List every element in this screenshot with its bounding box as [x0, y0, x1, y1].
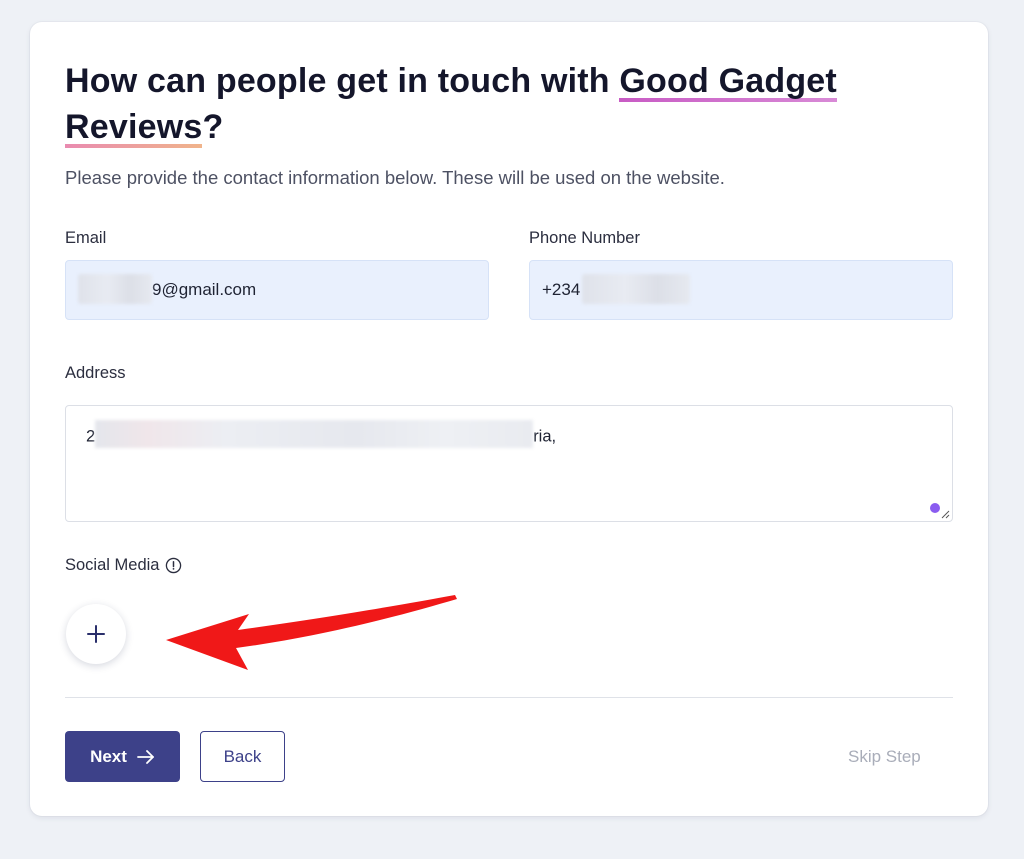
- phone-field[interactable]: +234: [529, 260, 953, 320]
- arrow-right-icon: [137, 749, 154, 764]
- grammar-dot-icon: [930, 503, 940, 513]
- address-label: Address: [65, 364, 126, 382]
- back-button-label: Back: [223, 746, 262, 766]
- phone-label: Phone Number: [529, 229, 640, 247]
- next-button[interactable]: Next: [65, 731, 180, 782]
- annotation-arrow: [166, 595, 457, 670]
- redacted-blur: [78, 273, 152, 304]
- page-subtitle: Please provide the contact information b…: [65, 167, 725, 188]
- info-circle-icon[interactable]: [165, 557, 182, 574]
- onboarding-card: How can people get in touch with Good Ga…: [30, 22, 988, 816]
- plus-icon: [87, 625, 105, 643]
- title-suffix: ?: [202, 108, 224, 146]
- skip-step-link[interactable]: Skip Step: [848, 747, 921, 767]
- redacted-blur: [582, 273, 691, 304]
- next-button-label: Next: [90, 746, 127, 766]
- email-label: Email: [65, 229, 107, 247]
- divider: [65, 697, 953, 698]
- add-social-button[interactable]: [66, 604, 126, 664]
- redacted-blur: [95, 420, 534, 448]
- phone-value: +234: [542, 280, 581, 299]
- address-textarea[interactable]: 2 ria,: [65, 405, 953, 522]
- social-media-section: Social Media: [65, 556, 182, 575]
- email-field[interactable]: 9@gmail.com: [65, 260, 489, 320]
- title-brand-part2: Reviews: [65, 108, 203, 148]
- address-value-start: 2: [86, 427, 96, 446]
- title-brand-part1: Good Gadget: [619, 62, 837, 102]
- title-prefix: How can people get in touch with: [65, 62, 620, 100]
- back-button[interactable]: Back: [200, 731, 285, 782]
- address-value-end: ria,: [533, 427, 557, 446]
- resize-handle-icon[interactable]: [940, 509, 950, 519]
- page-title: How can people get in touch with Good Ga…: [65, 58, 865, 150]
- email-value: 9@gmail.com: [152, 280, 257, 299]
- social-media-label: Social Media: [65, 556, 160, 574]
